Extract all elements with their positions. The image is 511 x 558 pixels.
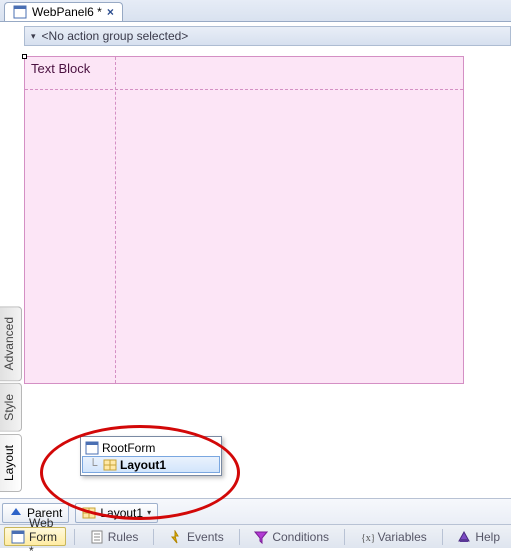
tab-variables[interactable]: {x} Variables — [353, 527, 434, 546]
grid-line-vertical — [115, 57, 116, 383]
tree-node-layout1[interactable]: └ Layout1 — [82, 456, 220, 473]
selection-handle[interactable] — [22, 54, 27, 59]
rules-icon — [90, 530, 104, 544]
document-tab-label: WebPanel6 * — [32, 5, 102, 19]
variables-icon: {x} — [360, 530, 374, 544]
action-group-bar[interactable]: ▾ <No action group selected> — [24, 26, 511, 46]
document-tabbar: WebPanel6 * × — [0, 0, 511, 22]
tree-node-rootform[interactable]: RootForm — [81, 439, 221, 456]
arrow-up-icon — [9, 506, 23, 520]
document-tab-webpanel6[interactable]: WebPanel6 * × — [4, 2, 123, 21]
tree-node-label: Layout1 — [120, 458, 166, 472]
tab-label: Rules — [108, 530, 139, 544]
layout-editor: Layout Style Advanced ▾ <No action group… — [0, 26, 511, 498]
svg-text:{x}: {x} — [361, 533, 374, 544]
divider — [153, 529, 154, 545]
divider — [74, 529, 75, 545]
divider — [239, 529, 240, 545]
chevron-down-icon: ▾ — [31, 31, 36, 42]
design-canvas-wrap: Text Block — [24, 56, 511, 384]
webform-icon — [11, 530, 25, 544]
tree-connector-icon: └ — [86, 458, 100, 472]
tab-label: Events — [187, 530, 224, 544]
divider — [442, 529, 443, 545]
tree-node-label: RootForm — [102, 441, 155, 455]
tab-conditions[interactable]: Conditions — [247, 527, 336, 546]
form-icon — [85, 441, 99, 455]
tab-help[interactable]: Help — [450, 527, 507, 546]
divider — [344, 529, 345, 545]
filter-icon — [254, 530, 268, 544]
webpanel-icon — [13, 5, 27, 19]
layout-combo[interactable]: Layout1 ▾ — [75, 503, 158, 523]
design-canvas[interactable]: Text Block — [24, 56, 464, 384]
sidetab-style[interactable]: Style — [0, 383, 22, 432]
tab-label: Variables — [378, 530, 427, 544]
layout-icon — [82, 506, 96, 520]
tab-rules[interactable]: Rules — [83, 527, 146, 546]
structure-tree-popup[interactable]: RootForm └ Layout1 — [80, 436, 222, 476]
grid-line-horizontal — [25, 89, 463, 90]
tab-label: Web Form * — [29, 516, 59, 558]
part-tabs: Web Form * Rules Events Conditions {x} V… — [0, 524, 511, 548]
action-group-text: <No action group selected> — [42, 29, 189, 43]
side-tabs: Layout Style Advanced — [0, 306, 22, 492]
tab-label: Help — [475, 530, 500, 544]
help-icon — [457, 530, 471, 544]
tab-label: Conditions — [272, 530, 329, 544]
sidetab-layout[interactable]: Layout — [0, 434, 22, 492]
layout-combo-value: Layout1 — [100, 506, 143, 520]
events-icon — [169, 530, 183, 544]
chevron-down-icon: ▾ — [147, 508, 151, 517]
tab-events[interactable]: Events — [162, 527, 231, 546]
tab-webform[interactable]: Web Form * — [4, 527, 66, 546]
parent-toolbar: Parent Layout1 ▾ — [0, 498, 511, 524]
layout-icon — [103, 458, 117, 472]
sidetab-advanced[interactable]: Advanced — [0, 306, 22, 381]
close-icon[interactable]: × — [107, 5, 114, 19]
textblock-control[interactable]: Text Block — [31, 61, 90, 76]
